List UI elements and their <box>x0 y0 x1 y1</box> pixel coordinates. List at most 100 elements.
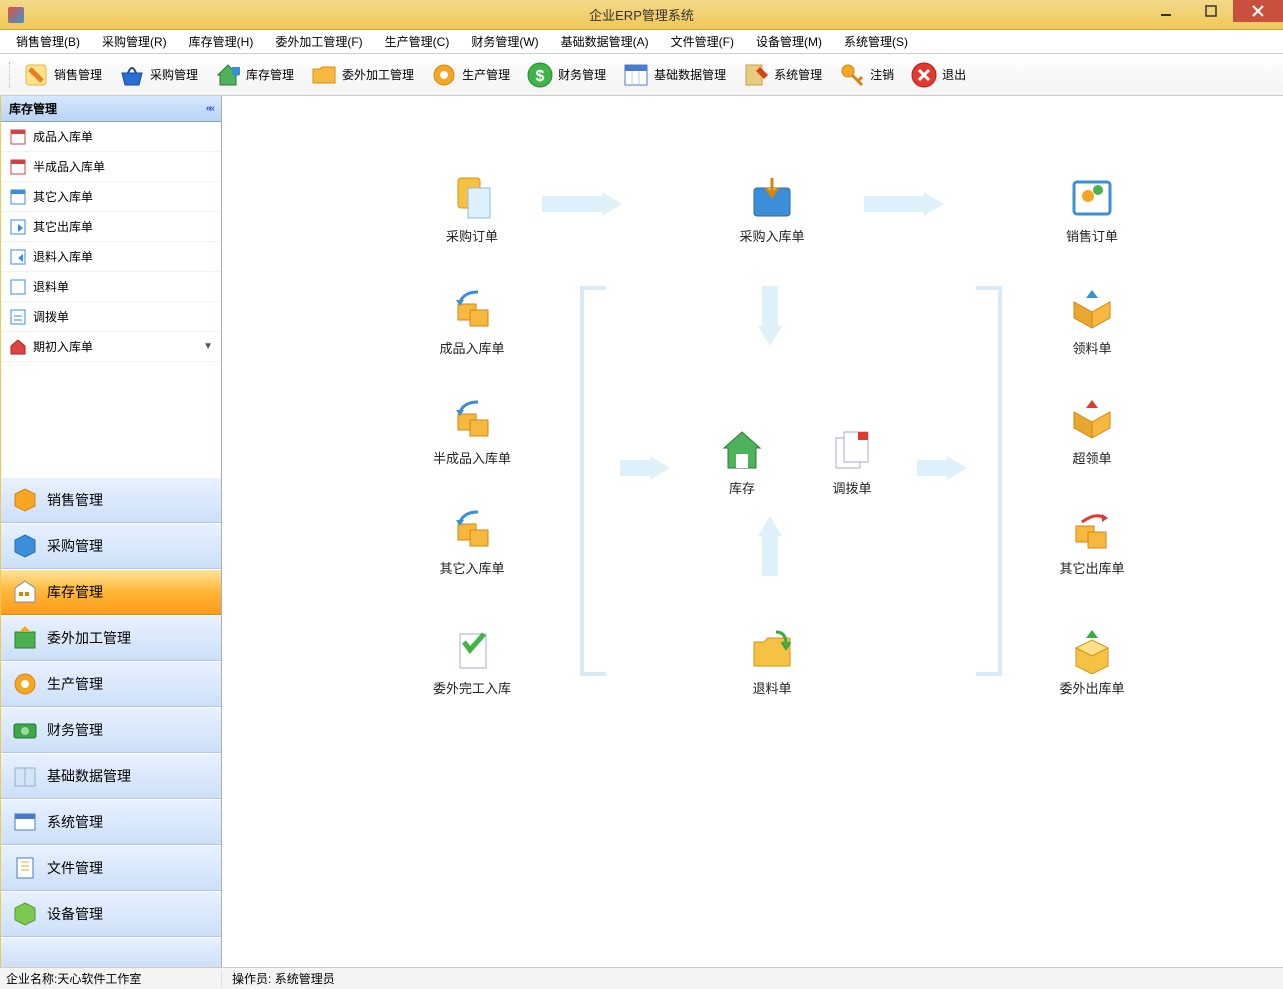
acc-label: 生产管理 <box>47 674 103 694</box>
acc-finance[interactable]: 财务管理 <box>1 707 221 753</box>
menubar: 销售管理(B) 采购管理(R) 库存管理(H) 委外加工管理(F) 生产管理(C… <box>0 30 1283 54</box>
menu-basedata[interactable]: 基础数据管理(A) <box>551 30 659 53</box>
menu-production[interactable]: 生产管理(C) <box>375 30 460 53</box>
acc-basedata[interactable]: 基础数据管理 <box>1 753 221 799</box>
flow-label: 销售订单 <box>1066 226 1118 245</box>
flow-other-out[interactable]: 其它出库单 <box>1042 506 1142 577</box>
flow-purchase-order[interactable]: 采购订单 <box>422 174 522 245</box>
doc-icon <box>9 248 27 266</box>
flow-label: 超领单 <box>1072 448 1111 467</box>
clipboard-icon <box>448 174 496 222</box>
toolbar-system[interactable]: 系统管理 <box>734 59 830 91</box>
menu-outsource[interactable]: 委外加工管理(F) <box>265 30 372 53</box>
house-mini-icon <box>9 338 27 356</box>
acc-files[interactable]: 文件管理 <box>1 845 221 891</box>
toolbar-basedata[interactable]: 基础数据管理 <box>614 59 734 91</box>
flow-sales-order[interactable]: 销售订单 <box>1042 174 1142 245</box>
sidebar-item-label: 成品入库单 <box>33 128 93 145</box>
sidebar-item-other-out[interactable]: 其它出库单 <box>1 212 221 242</box>
acc-sales[interactable]: 销售管理 <box>1 477 221 523</box>
dollar-icon: $ <box>526 61 554 89</box>
doc-check-icon <box>448 626 496 674</box>
warehouse-icon <box>11 578 39 606</box>
sidebar-item-transfer[interactable]: 调拨单 <box>1 302 221 332</box>
collapse-icon[interactable]: «« <box>206 103 213 114</box>
toolbar-inventory[interactable]: 库存管理 <box>206 59 302 91</box>
flow-outsource-out[interactable]: 委外出库单 <box>1042 626 1142 697</box>
doc-icon <box>9 158 27 176</box>
toolbar-label: 注销 <box>870 66 894 83</box>
flow-return-material[interactable]: 退料单 <box>722 626 822 697</box>
toolbar-production[interactable]: 生产管理 <box>422 59 518 91</box>
acc-outsource[interactable]: 委外加工管理 <box>1 615 221 661</box>
toolbar-label: 库存管理 <box>246 66 294 83</box>
book-icon <box>11 762 39 790</box>
sidebar-title: 库存管理 <box>9 100 57 117</box>
sidebar-item-finished-in[interactable]: 成品入库单 <box>1 122 221 152</box>
body: 库存管理 «« 成品入库单 半成品入库单 其它入库单 其它出库单 退料入库单 退… <box>0 96 1283 967</box>
folder-icon <box>310 61 338 89</box>
close-button[interactable] <box>1233 0 1283 22</box>
gear2-icon <box>11 670 39 698</box>
sidebar-item-other-in[interactable]: 其它入库单 <box>1 182 221 212</box>
toolbar: 销售管理 采购管理 库存管理 委外加工管理 生产管理 $财务管理 基础数据管理 … <box>0 54 1283 96</box>
toolbar-outsource[interactable]: 委外加工管理 <box>302 59 422 91</box>
acc-purchase[interactable]: 采购管理 <box>1 523 221 569</box>
sidebar-item-semi-in[interactable]: 半成品入库单 <box>1 152 221 182</box>
house-icon <box>214 61 242 89</box>
arrow-right-icon <box>917 456 967 480</box>
flow-finished-in[interactable]: 成品入库单 <box>422 286 522 357</box>
toolbar-sales[interactable]: 销售管理 <box>14 59 110 91</box>
flow-label: 委外出库单 <box>1059 678 1124 697</box>
grid-icon <box>622 61 650 89</box>
acc-production[interactable]: 生产管理 <box>1 661 221 707</box>
arrow-right-icon <box>864 192 944 216</box>
sidebar-item-label: 期初入库单 <box>33 338 93 355</box>
flow-outsource-done-in[interactable]: 委外完工入库 <box>422 626 522 697</box>
boxes-in-icon <box>448 506 496 554</box>
menu-inventory[interactable]: 库存管理(H) <box>179 30 264 53</box>
flow-label: 其它出库单 <box>1059 558 1124 577</box>
cube-icon <box>11 486 39 514</box>
sidebar-header[interactable]: 库存管理 «« <box>1 96 221 122</box>
toolbar-purchase[interactable]: 采购管理 <box>110 59 206 91</box>
acc-device[interactable]: 设备管理 <box>1 891 221 937</box>
flow-label: 委外完工入库 <box>433 678 511 697</box>
flow-other-in[interactable]: 其它入库单 <box>422 506 522 577</box>
menu-system[interactable]: 系统管理(S) <box>834 30 918 53</box>
flow-purchase-in[interactable]: 采购入库单 <box>722 174 822 245</box>
titlebar: 企业ERP管理系统 <box>0 0 1283 30</box>
sidebar-bottom <box>1 937 221 967</box>
menu-purchase[interactable]: 采购管理(R) <box>92 30 177 53</box>
scroll-down-icon[interactable]: ▼ <box>203 341 213 352</box>
flow-semi-in[interactable]: 半成品入库单 <box>422 396 522 467</box>
toolbar-logout[interactable]: 注销 <box>830 59 902 91</box>
sidebar-item-return-in[interactable]: 退料入库单 <box>1 242 221 272</box>
menu-files[interactable]: 文件管理(F) <box>661 30 744 53</box>
flow-label: 退料单 <box>752 678 791 697</box>
flow-pick[interactable]: 领料单 <box>1042 286 1142 357</box>
minimize-button[interactable] <box>1143 0 1188 22</box>
openbox-icon <box>1068 626 1116 674</box>
maximize-button[interactable] <box>1188 0 1233 22</box>
boxes-in-icon <box>448 396 496 444</box>
menu-device[interactable]: 设备管理(M) <box>746 30 832 53</box>
menu-sales[interactable]: 销售管理(B) <box>6 30 90 53</box>
sidebar-item-initial-in[interactable]: 期初入库单 ▼ <box>1 332 221 362</box>
toolbar-label: 生产管理 <box>462 66 510 83</box>
window-title: 企业ERP管理系统 <box>589 5 694 24</box>
acc-system[interactable]: 系统管理 <box>1 799 221 845</box>
toolbar-exit[interactable]: 退出 <box>902 59 974 91</box>
toolbar-finance[interactable]: $财务管理 <box>518 59 614 91</box>
menu-finance[interactable]: 财务管理(W) <box>461 30 548 53</box>
flow-label: 采购订单 <box>446 226 498 245</box>
flow-store[interactable]: 库存 <box>692 426 792 497</box>
sidebar-item-label: 调拨单 <box>33 308 69 325</box>
flow-transfer[interactable]: 调拨单 <box>802 426 902 497</box>
toolbar-label: 财务管理 <box>558 66 606 83</box>
acc-inventory[interactable]: 库存管理 <box>1 569 221 615</box>
flow-overpick[interactable]: 超领单 <box>1042 396 1142 467</box>
sidebar-item-return[interactable]: 退料单 <box>1 272 221 302</box>
acc-label: 财务管理 <box>47 720 103 740</box>
status-company: 企业名称:天心软件工作室 <box>0 970 222 987</box>
